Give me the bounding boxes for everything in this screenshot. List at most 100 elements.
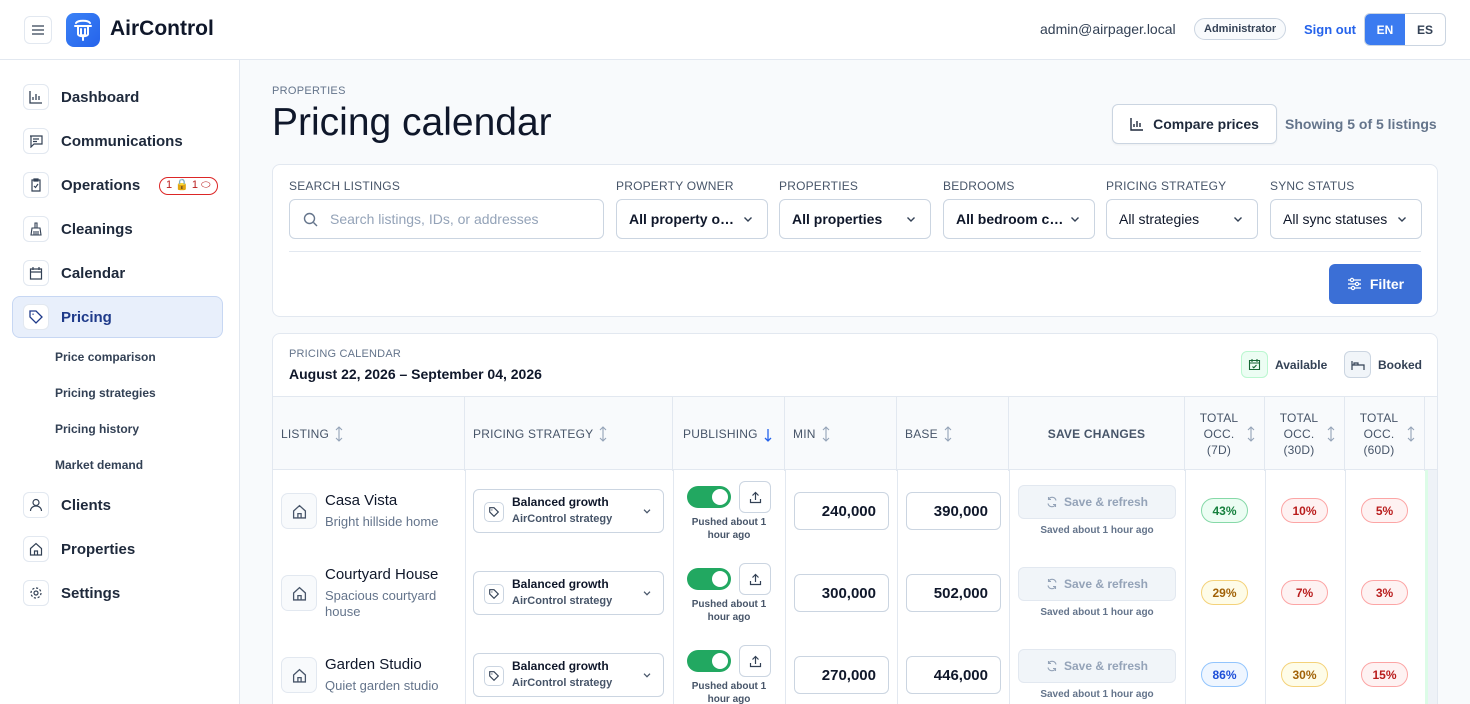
sign-out-link[interactable]: Sign out bbox=[1304, 22, 1356, 37]
sync-status-select[interactable]: All sync statuses bbox=[1270, 199, 1422, 239]
strategy-select[interactable]: Balanced growth AirControl strategy bbox=[473, 653, 664, 697]
search-icon bbox=[303, 212, 318, 227]
refresh-icon bbox=[1047, 660, 1057, 672]
column-save-changes: SAVE CHANGES bbox=[1009, 397, 1185, 471]
owner-label: PROPERTY OWNER bbox=[616, 179, 734, 193]
property-owner-select[interactable]: All property owners bbox=[616, 199, 768, 239]
occupancy-7d-badge: 43% bbox=[1201, 498, 1248, 523]
tag-icon bbox=[484, 502, 504, 522]
min-price-input[interactable]: 240,000 bbox=[794, 492, 889, 530]
lang-es-button[interactable]: ES bbox=[1405, 14, 1445, 45]
column-min[interactable]: MIN bbox=[785, 397, 897, 471]
page-title: Pricing calendar bbox=[272, 101, 552, 144]
column-occ-30d[interactable]: TOTAL OCC. (30D) bbox=[1265, 397, 1345, 471]
home-icon bbox=[281, 575, 317, 611]
sidebar-item-properties[interactable]: Properties bbox=[12, 528, 223, 570]
column-occ-60d[interactable]: TOTAL OCC. (60D) bbox=[1345, 397, 1425, 471]
save-refresh-label: Save & refresh bbox=[1063, 495, 1149, 509]
sidebar: Dashboard Communications Operations 1 🔒 … bbox=[0, 60, 240, 704]
column-label: TOTAL OCC. (30D) bbox=[1279, 411, 1319, 457]
sidebar-item-clients[interactable]: Clients bbox=[12, 484, 223, 526]
operations-alert-badge: 1 🔒 1 ⬭ bbox=[159, 177, 218, 195]
user-icon bbox=[23, 492, 49, 518]
pushed-status: Pushed about 1 hour ago bbox=[691, 681, 767, 704]
calendar-label: PRICING CALENDAR bbox=[289, 348, 401, 360]
chevron-down-icon bbox=[643, 591, 651, 596]
base-price-input[interactable]: 502,000 bbox=[906, 574, 1001, 612]
sidebar-item-settings[interactable]: Settings bbox=[12, 572, 223, 614]
strategy-select[interactable]: Balanced growth AirControl strategy bbox=[473, 489, 664, 533]
publishing-toggle[interactable] bbox=[687, 486, 731, 508]
filter-panel: SEARCH LISTINGS Search listings, IDs, or… bbox=[272, 164, 1438, 317]
listing-name[interactable]: Garden Studio bbox=[325, 656, 422, 673]
sidebar-item-label: Operations bbox=[61, 176, 141, 194]
compare-prices-button[interactable]: Compare prices bbox=[1112, 104, 1277, 144]
sort-icon bbox=[1327, 426, 1335, 442]
strategy-source: AirControl strategy bbox=[512, 513, 613, 525]
properties-select[interactable]: All properties bbox=[779, 199, 931, 239]
sidebar-item-cleanings[interactable]: Cleanings bbox=[12, 208, 223, 250]
occupancy-60d-badge: 15% bbox=[1361, 662, 1408, 687]
save-refresh-label: Save & refresh bbox=[1063, 659, 1149, 673]
save-refresh-button[interactable]: Save & refresh bbox=[1018, 485, 1176, 519]
pushed-status: Pushed about 1 hour ago bbox=[691, 517, 767, 541]
date-range: August 22, 2026 – September 04, 2026 bbox=[289, 366, 542, 382]
sidebar-item-operations[interactable]: Operations 1 🔒 1 ⬭ bbox=[12, 164, 223, 206]
calendar-check-icon bbox=[1241, 351, 1268, 378]
sidebar-item-pricing[interactable]: Pricing bbox=[12, 296, 223, 338]
sort-icon bbox=[335, 426, 343, 442]
divider bbox=[289, 251, 1421, 252]
listing-name[interactable]: Casa Vista bbox=[325, 492, 397, 509]
sliders-icon bbox=[1347, 277, 1361, 291]
sidebar-subitem-price-comparison[interactable]: Price comparison bbox=[55, 350, 156, 364]
base-price-input[interactable]: 446,000 bbox=[906, 656, 1001, 694]
sidebar-item-dashboard[interactable]: Dashboard bbox=[12, 76, 223, 118]
base-price-input[interactable]: 390,000 bbox=[906, 492, 1001, 530]
clipboard-icon bbox=[23, 172, 49, 198]
lang-en-button[interactable]: EN bbox=[1365, 14, 1405, 45]
column-listing[interactable]: LISTING bbox=[273, 397, 465, 471]
logo[interactable] bbox=[66, 13, 100, 47]
chevron-down-icon bbox=[643, 673, 651, 678]
sidebar-item-label: Dashboard bbox=[61, 88, 140, 106]
menu-icon[interactable] bbox=[24, 16, 52, 44]
message-icon bbox=[23, 128, 49, 154]
pricing-strategy-select[interactable]: All strategies bbox=[1106, 199, 1258, 239]
sidebar-item-calendar[interactable]: Calendar bbox=[12, 252, 223, 294]
publishing-toggle[interactable] bbox=[687, 568, 731, 590]
sidebar-item-label: Settings bbox=[61, 584, 121, 602]
sidebar-subitem-market-demand[interactable]: Market demand bbox=[55, 458, 143, 472]
column-occ-7d[interactable]: TOTAL OCC. (7D) bbox=[1185, 397, 1265, 471]
column-label: BASE bbox=[905, 427, 938, 441]
search-input[interactable]: Search listings, IDs, or addresses bbox=[289, 199, 604, 239]
column-base[interactable]: BASE bbox=[897, 397, 1009, 471]
table-row: Garden Studio Quiet garden studio Balanc… bbox=[273, 634, 1437, 704]
column-publishing[interactable]: PUBLISHING bbox=[673, 397, 785, 471]
strategy-name: Balanced growth bbox=[512, 659, 609, 673]
sidebar-subitem-pricing-history[interactable]: Pricing history bbox=[55, 422, 139, 436]
refresh-icon bbox=[1047, 496, 1057, 508]
min-price-input[interactable]: 300,000 bbox=[794, 574, 889, 612]
filter-button[interactable]: Filter bbox=[1329, 264, 1422, 304]
push-upload-button[interactable] bbox=[739, 645, 771, 677]
strategy-select[interactable]: Balanced growth AirControl strategy bbox=[473, 571, 664, 615]
sidebar-item-communications[interactable]: Communications bbox=[12, 120, 223, 162]
save-refresh-button[interactable]: Save & refresh bbox=[1018, 567, 1176, 601]
chevron-down-icon bbox=[1071, 217, 1079, 222]
publishing-toggle[interactable] bbox=[687, 650, 731, 672]
bar-chart-icon bbox=[23, 84, 49, 110]
sort-desc-icon bbox=[764, 429, 772, 442]
push-upload-button[interactable] bbox=[739, 481, 771, 513]
breadcrumb[interactable]: PROPERTIES bbox=[272, 85, 346, 97]
save-refresh-button[interactable]: Save & refresh bbox=[1018, 649, 1176, 683]
table-row: Courtyard House Spacious courtyard house… bbox=[273, 552, 1437, 634]
table-header: LISTING PRICING STRATEGY PUBLISHING MIN … bbox=[273, 396, 1437, 471]
saved-status: Saved about 1 hour ago bbox=[1040, 607, 1154, 618]
sidebar-subitem-pricing-strategies[interactable]: Pricing strategies bbox=[55, 386, 156, 400]
min-price-input[interactable]: 270,000 bbox=[794, 656, 889, 694]
push-upload-button[interactable] bbox=[739, 563, 771, 595]
bed-icon bbox=[1344, 351, 1371, 378]
column-pricing-strategy[interactable]: PRICING STRATEGY bbox=[465, 397, 673, 471]
bedrooms-select[interactable]: All bedroom counts bbox=[943, 199, 1095, 239]
listing-name[interactable]: Courtyard House bbox=[325, 566, 438, 583]
